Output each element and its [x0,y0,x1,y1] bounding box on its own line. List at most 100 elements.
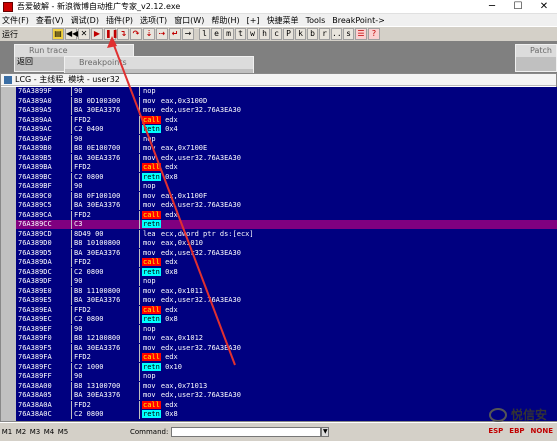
goto-icon[interactable]: → [182,28,194,40]
menu-item-1[interactable]: 查看(V) [34,15,69,26]
memory-button-m4[interactable]: M4 [42,428,56,436]
disasm-row[interactable]: 76A389DA FFD2 call edx [16,258,557,267]
minimize-button[interactable]: ─ [479,0,505,14]
disasm-row[interactable]: 76A389BF 90 nop [16,182,557,191]
row-address: 76A3899F [18,87,52,95]
disasm-row[interactable]: 76A389DF 90 nop [16,277,557,286]
disasm-row[interactable]: 76A389FF 90 nop [16,372,557,381]
menu-item-8[interactable]: 快捷菜单 [265,15,304,26]
window-button-7[interactable]: P [283,28,294,40]
window-button-8[interactable]: k [295,28,306,40]
menu-item-9[interactable]: Tools [304,16,331,25]
maximize-button[interactable]: ☐ [505,0,531,14]
window-button-0[interactable]: l [199,28,210,40]
disasm-row[interactable]: 76A389BA FFD2 call edx [16,163,557,172]
disasm-row[interactable]: 76A389B0 B8 0E100700 mov eax,0x7100E [16,144,557,153]
window-button-4[interactable]: w [247,28,258,40]
disasm-row[interactable]: 76A389C5 BA 30EA3376 mov edx,user32.76A3EA… [16,201,557,210]
trace-into-icon[interactable]: ⇣ [143,28,155,40]
memory-button-m1[interactable]: M1 [0,428,14,436]
disasm-row[interactable]: 76A389AA FFD2 call edx [16,115,557,125]
row-disasm: retn 0x8 [142,410,178,419]
disasm-row[interactable]: 76A389BC C2 0800 retn 0x8 [16,172,557,182]
window-button-9[interactable]: b [307,28,318,40]
row-address: 76A389B5 [18,153,52,162]
close-button[interactable]: ✕ [531,0,557,14]
window-button-10[interactable]: r [319,28,330,40]
disasm-row[interactable]: 76A389FC C2 1000 retn 0x10 [16,362,557,372]
window-button-12[interactable]: s [343,28,354,40]
disasm-row[interactable]: 76A389EC C2 0800 retn 0x8 [16,315,557,324]
menu-item-2[interactable]: 调试(D) [69,15,104,26]
disasm-row[interactable]: 76A38A00 B8 13100700 mov eax,0x71013 [16,381,557,391]
window-button-3[interactable]: t [235,28,246,40]
window-button-11[interactable]: ... [331,28,346,40]
column-divider [139,391,140,400]
disasm-row[interactable]: 76A389A0 B8 0D100300 mov eax,0x3100D [16,96,557,106]
execute-till-return-icon[interactable]: ↵ [169,28,181,40]
rewind-icon[interactable]: ◀◀ [65,28,78,40]
run-icon[interactable]: ▶ [91,28,103,40]
command-dropdown[interactable]: ▼ [321,427,330,437]
disasm-row[interactable]: 76A389EA FFD2 call edx [16,305,557,315]
disasm-row[interactable]: 76A389FA FFD2 call edx [16,353,557,362]
left-gutter [1,87,16,421]
patch-window[interactable]: Patch [515,44,557,72]
disasm-row[interactable]: 76A389CA FFD2 call edx [16,210,557,220]
window-button-2[interactable]: m [223,28,234,40]
close-process-icon[interactable]: ✕ [78,28,90,40]
row-address: 76A389BC [18,172,52,181]
disasm-row[interactable]: 76A389EF 90 nop [16,324,557,334]
menu-item-3[interactable]: 插件(P) [104,15,138,26]
menu-item-7[interactable]: [+] [245,16,265,25]
mnemonic: call [142,305,161,314]
disassembly-pane[interactable]: 76A3899F 90 nop 76A389A0 B8 0D100300 mov eax,… [16,87,557,421]
open-folder-icon[interactable]: ▤ [52,28,64,40]
row-address: 76A389DC [18,267,52,276]
disasm-row[interactable]: 76A389DC C2 0800 retn 0x8 [16,267,557,277]
disasm-row[interactable]: 76A38A05 BA 30EA3376 mov edx,user32.76A3EA… [16,391,557,400]
menu-item-6[interactable]: 帮助(H) [209,15,244,26]
disasm-row[interactable]: 76A389B5 BA 30EA3376 mov edx,user32.76A3EA… [16,153,557,163]
disasm-row[interactable]: 76A389C0 B8 0F100100 mov eax,0x1100F [16,191,557,201]
disasm-row[interactable]: 76A3899F 90 nop [16,87,557,96]
mnemonic: lea [143,229,156,238]
memory-button-m5[interactable]: M5 [56,428,70,436]
disasm-row[interactable]: 76A389CC C3 retn [16,220,557,229]
disasm-row[interactable]: 76A389AC C2 0400 retn 0x4 [16,125,557,134]
disasm-row[interactable]: 76A389D0 B8 10100800 mov eax,0x1010 [16,239,557,248]
step-into-icon[interactable]: ↴ [117,28,129,40]
command-input[interactable] [171,427,322,437]
disasm-row[interactable]: 76A389A5 BA 30EA3376 mov edx,user32.76A3EA… [16,106,557,115]
column-divider [139,210,140,220]
disasm-row[interactable]: 76A389F0 B8 12100800 mov eax,0x1012 [16,334,557,343]
help-icon[interactable]: ? [368,28,380,40]
window-button-5[interactable]: h [259,28,270,40]
window-button-1[interactable]: e [211,28,222,40]
step-over-icon[interactable]: ↷ [130,28,142,40]
disasm-row[interactable]: 76A389CD 8D49 00 lea ecx,dword ptr ds:[ecx… [16,229,557,239]
trace-over-icon[interactable]: ⇢ [156,28,168,40]
pause-icon[interactable]: ❚❚ [104,28,118,40]
options-icon[interactable]: ☰ [355,28,367,40]
memory-button-m3[interactable]: M3 [28,428,42,436]
disasm-row[interactable]: 76A389AF 90 nop [16,134,557,144]
disasm-row[interactable]: 76A389E0 B8 11100800 mov eax,0x1011 [16,286,557,296]
row-disasm: retn 0x4 [142,125,178,134]
window-button-6[interactable]: c [271,28,282,40]
row-disasm: mov edx,user32.76A3EA30 [142,296,241,305]
menu-item-10[interactable]: BreakPoint-> [330,16,390,25]
disasm-row[interactable]: 76A38A0C C2 0800 retn 0x8 [16,410,557,419]
disasm-row[interactable]: 76A389D5 BA 30EA3376 mov edx,user32.76A3EA… [16,248,557,258]
column-divider [139,267,140,277]
menu-item-0[interactable]: 文件(F) [0,15,34,26]
menu-item-4[interactable]: 选项(T) [138,15,172,26]
memory-button-m2[interactable]: M2 [14,428,28,436]
mnemonic: mov [143,381,156,390]
cpu-window[interactable]: LCG - 主线程, 模块 - user32 76A3899F 90 nop 76A3… [0,73,557,422]
disasm-row[interactable]: 76A38A0A FFD2 call edx [16,400,557,410]
disasm-row[interactable]: 76A389E5 BA 30EA3376 mov edx,user32.76A3EA… [16,296,557,305]
disasm-row[interactable]: 76A389F5 BA 30EA3376 mov edx,user32.76A3EA… [16,343,557,353]
column-divider [71,305,72,315]
menu-item-5[interactable]: 窗口(W) [172,15,209,26]
